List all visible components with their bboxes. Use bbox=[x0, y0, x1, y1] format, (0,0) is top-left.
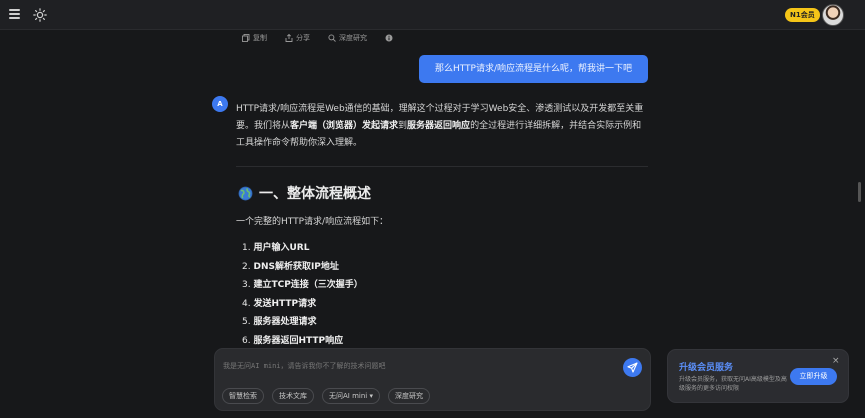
research-icon bbox=[328, 34, 336, 42]
top-bar: N1会员 bbox=[0, 0, 865, 30]
step-text: 服务器返回HTTP响应 bbox=[253, 335, 344, 346]
step-text: 建立TCP连接（三次握手） bbox=[253, 280, 363, 291]
ai-avatar: A bbox=[212, 96, 228, 112]
send-button[interactable] bbox=[623, 358, 642, 377]
scrollbar-thumb[interactable] bbox=[858, 182, 861, 202]
step-text: 用户输入URL bbox=[253, 243, 310, 253]
section-title-text: 一、整体流程概述 bbox=[259, 186, 371, 202]
step-number: 4. bbox=[242, 298, 251, 309]
list-item: 5. 服务器处理请求 bbox=[242, 313, 363, 332]
steps-intro: 一个完整的HTTP请求/响应流程如下： bbox=[236, 217, 389, 227]
upgrade-title: 升级会员服务 bbox=[679, 363, 734, 373]
list-item: 1. 用户输入URL bbox=[242, 239, 363, 258]
chip-tech-library[interactable]: 技术文库 bbox=[272, 388, 314, 404]
ai-answer-paragraph: HTTP请求/响应流程是Web通信的基础，理解这个过程对于学习Web安全、渗透测… bbox=[236, 101, 648, 152]
section-heading: 一、整体流程概述 bbox=[238, 183, 371, 203]
upgrade-description: 升级会员服务，获取无问AI高级模型及高级服务的更多访问权限 bbox=[679, 376, 787, 392]
chat-input-placeholder[interactable]: 我是无问AI mini，请告诉我你不了解的技术问题吧 bbox=[223, 361, 386, 371]
model-select[interactable]: 无问AI mini ▾ bbox=[322, 388, 380, 404]
list-item: 4. 发送HTTP请求 bbox=[242, 295, 363, 314]
list-item: 2. DNS解析获取IP地址 bbox=[242, 258, 363, 277]
share-label: 分享 bbox=[296, 34, 310, 42]
step-number: 1. bbox=[242, 243, 251, 253]
send-icon bbox=[627, 362, 638, 373]
chip-smart-search[interactable]: 智慧检索 bbox=[222, 388, 264, 404]
step-text: 发送HTTP请求 bbox=[253, 298, 317, 309]
globe-icon bbox=[238, 186, 253, 200]
share-button[interactable]: 分享 bbox=[285, 33, 310, 43]
step-number: 2. bbox=[242, 261, 251, 272]
menu-icon[interactable] bbox=[9, 9, 20, 19]
chip-deep-research[interactable]: 深度研究 bbox=[387, 388, 430, 404]
close-icon[interactable]: × bbox=[832, 357, 840, 366]
user-message-bubble: 那么HTTP请求/响应流程是什么呢，帮我讲一下吧 bbox=[419, 55, 648, 83]
chat-input-box[interactable]: 我是无问AI mini，请告诉我你不了解的技术问题吧 智慧检索 技术文库 无问A… bbox=[214, 348, 651, 411]
research-label: 深度研究 bbox=[339, 34, 367, 42]
divider bbox=[236, 166, 648, 167]
theme-toggle-icon[interactable] bbox=[33, 8, 47, 22]
message-actions: 复制 分享 深度研究 bbox=[242, 33, 393, 43]
copy-icon bbox=[242, 34, 250, 42]
answer-text-2: 到 bbox=[398, 121, 408, 131]
upgrade-card: 升级会员服务 升级会员服务，获取无问AI高级模型及高级服务的更多访问权限 立即升… bbox=[667, 349, 849, 403]
share-icon bbox=[285, 34, 293, 42]
user-avatar[interactable] bbox=[822, 4, 844, 26]
list-item: 3. 建立TCP连接（三次握手） bbox=[242, 276, 363, 295]
research-button[interactable]: 深度研究 bbox=[328, 33, 367, 43]
input-chips: 智慧检索 技术文库 无问AI mini ▾ 深度研究 bbox=[222, 388, 430, 404]
answer-bold-2: 服务器返回响应 bbox=[407, 121, 471, 131]
step-text: 服务器处理请求 bbox=[253, 317, 317, 328]
vip-badge[interactable]: N1会员 bbox=[785, 8, 820, 22]
info-button[interactable] bbox=[385, 34, 393, 42]
step-number: 6. bbox=[242, 335, 251, 346]
upgrade-now-button[interactable]: 立即升级 bbox=[790, 368, 837, 385]
copy-button[interactable]: 复制 bbox=[242, 33, 267, 43]
copy-label: 复制 bbox=[253, 34, 267, 42]
steps-list: 1. 用户输入URL 2. DNS解析获取IP地址 3. 建立TCP连接（三次握… bbox=[242, 239, 363, 351]
step-text: DNS解析获取IP地址 bbox=[253, 261, 339, 272]
info-icon bbox=[385, 34, 393, 42]
answer-bold-1: 客户端（浏览器）发起请求 bbox=[290, 121, 399, 131]
step-number: 5. bbox=[242, 317, 251, 328]
step-number: 3. bbox=[242, 280, 251, 291]
